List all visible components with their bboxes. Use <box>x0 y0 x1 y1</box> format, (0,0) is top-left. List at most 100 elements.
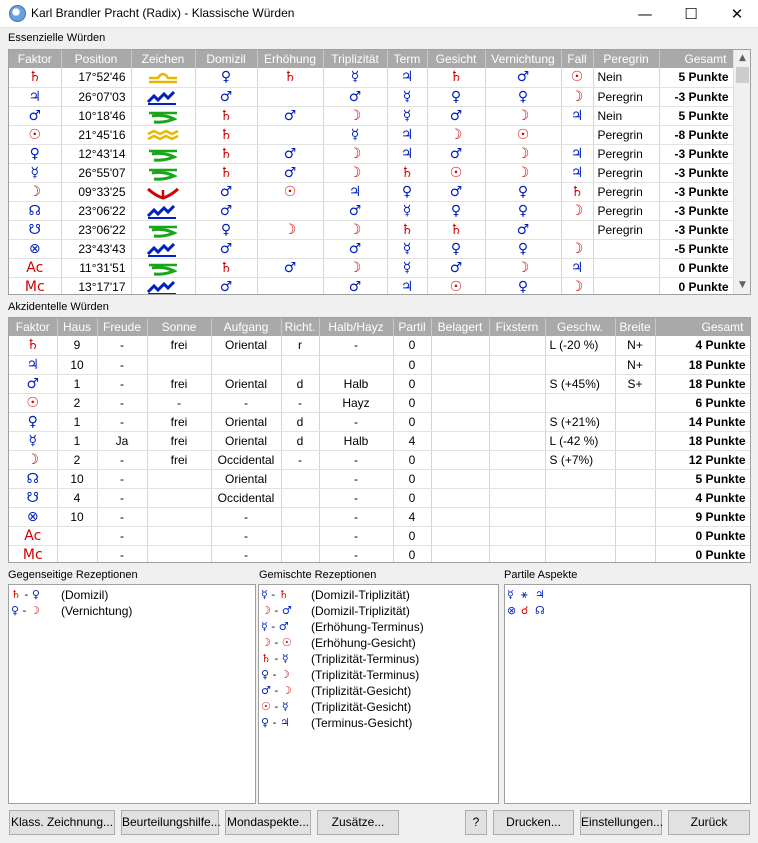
ess-table-row[interactable]: Ac 11°31'51 ♄ ♂ ☽ ☿ ♂ ☽ ♃ 0 Punkte <box>9 258 736 278</box>
ess-table-row[interactable]: ♃ 26°07'03 ♂ ♂ ☿ ♀ ♀ ☽ Peregrin -3 Punkte <box>9 87 736 107</box>
aspect-list-item[interactable]: ☿ ⚹ ♃ <box>507 587 748 603</box>
reception-list-item[interactable]: ♀ - ♃ (Terminus-Gesicht) <box>261 715 496 731</box>
ess-table-row[interactable]: ⊗ 23°43'43 ♂ ♂ ☿ ♀ ♀ ☽ -5 Punkte <box>9 239 736 259</box>
mondaspekte-button[interactable]: Mondaspekte... <box>225 810 311 835</box>
acc-table-row[interactable]: ♃ 10- 0 N+ 18 Punkte <box>9 355 750 375</box>
mixed-receptions-list[interactable]: ☿ - ♄ (Domizil-Triplizität) ☽ - ♂ (Domizil-… <box>258 584 499 804</box>
reception-list-item[interactable]: ☉ - ☿ (Triplizität-Gesicht) <box>261 699 496 715</box>
ess-col-header[interactable]: Erhöhung <box>257 50 324 68</box>
acc-total-cell: 4 Punkte <box>655 488 750 508</box>
zusaetze-button[interactable]: Zusätze... <box>317 810 399 835</box>
acc-bel-cell <box>431 336 490 356</box>
acc-table-row[interactable]: ☉ 2- - - - Hayz 0 6 Punkte <box>9 393 750 413</box>
essential-scrollbar[interactable]: ▲ ▼ <box>733 50 750 294</box>
acc-partil-cell: 0 <box>393 545 432 562</box>
ess-col-header[interactable]: Position <box>61 50 132 68</box>
acc-table-row[interactable]: Mc - - -0 0 Punkte <box>9 545 750 562</box>
ess-dom-cell: ♄ <box>195 258 258 278</box>
ess-table-row[interactable]: ☽ 09°33'25 ♂ ☉ ♃ ♀ ♂ ♀ ♄ Peregrin -3 Punkte <box>9 182 736 202</box>
ess-col-header[interactable]: Gesicht <box>427 50 486 68</box>
acc-table-row[interactable]: ♂ 1- frei Oriental d Halb 0 S (+45%) S+ 18 Punkte <box>9 374 750 394</box>
accidental-dignities-table[interactable]: Faktor Haus Freude Sonne Aufgang Richt. Halb/H… <box>8 317 751 563</box>
reception-list-item[interactable]: ♄ - ☿ (Triplizität-Terminus) <box>261 651 496 667</box>
acc-col-header[interactable]: Gesamt <box>655 318 750 336</box>
ess-table-row[interactable]: ♀ 12°43'14 ♄ ♂ ☽ ♃ ♂ ☽ ♃ Peregrin -3 Punkte <box>9 144 736 164</box>
dash-separator: - <box>270 684 282 697</box>
acc-col-header[interactable]: Faktor <box>9 318 58 336</box>
reception-list-item[interactable]: ☿ - ♂ (Erhöhung-Terminus) <box>261 619 496 635</box>
ess-table-row[interactable]: ☿ 26°55'07 ♄ ♂ ☽ ♄ ☉ ☽ ♃ Peregrin -3 Punkte <box>9 163 736 183</box>
reception-list-item[interactable]: ♂ - ☽ (Triplizität-Gesicht) <box>261 683 496 699</box>
acc-col-header[interactable]: Partil <box>393 318 432 336</box>
acc-bel-cell <box>431 545 490 562</box>
acc-freude-cell: - <box>97 393 148 413</box>
acc-table-row[interactable]: ☽ 2- frei Occidental - -0 S (+7%) 12 Punkte <box>9 450 750 470</box>
acc-col-header[interactable]: Freude <box>97 318 148 336</box>
reception-pair: ♀ - ☽ <box>11 603 61 619</box>
ess-table-row[interactable]: ☋ 23°06'22 ♀ ☽ ☽ ♄ ♄ ♂ Peregrin -3 Punkte <box>9 220 736 240</box>
ess-col-header[interactable]: Faktor <box>9 50 62 68</box>
acc-col-header[interactable]: Richt. <box>281 318 320 336</box>
scroll-down-icon[interactable]: ▼ <box>734 277 750 294</box>
ess-erh-cell <box>257 87 324 107</box>
ess-col-header[interactable]: Vernichtung <box>485 50 562 68</box>
acc-table-row[interactable]: ☋ 4- Occidental -0 4 Punkte <box>9 488 750 508</box>
essential-section-label: Essenzielle Würden <box>8 32 106 44</box>
acc-table-row[interactable]: ⊗ 10- - -4 9 Punkte <box>9 507 750 527</box>
acc-col-header[interactable]: Sonne <box>147 318 212 336</box>
reception-list-item[interactable]: ☽ - ♂ (Domizil-Triplizität) <box>261 603 496 619</box>
beurteilungshilfe-button[interactable]: Beurteilungshilfe... <box>121 810 221 835</box>
reception-type: (Triplizität-Terminus) <box>311 652 420 666</box>
reception-list-item[interactable]: ♀ - ☽ (Vernichtung) <box>11 603 253 619</box>
partile-aspects-list[interactable]: ☿ ⚹ ♃ ⊗ ☌ ☊ <box>504 584 751 804</box>
ess-col-header[interactable]: Triplizität <box>323 50 388 68</box>
acc-col-header[interactable]: Aufgang <box>211 318 282 336</box>
close-button[interactable]: ✕ <box>714 0 758 28</box>
ess-col-header[interactable]: Domizil <box>195 50 258 68</box>
acc-col-header[interactable]: Geschw. <box>545 318 616 336</box>
acc-table-row[interactable]: Ac - - -0 0 Punkte <box>9 526 750 546</box>
acc-sonne-cell: frei <box>147 336 212 356</box>
acc-table-row[interactable]: ♄ 9- frei Oriental r -0 L (-20 %) N+ 4 Punkte <box>9 336 750 356</box>
acc-col-header[interactable]: Breite <box>615 318 656 336</box>
scroll-up-icon[interactable]: ▲ <box>734 50 750 67</box>
ess-table-row[interactable]: ♄ 17°52'46 ♀ ♄ ☿ ♃ ♄ ♂ ☉ Nein 5 Punkte <box>9 68 736 88</box>
maximize-button[interactable]: ☐ <box>668 0 714 28</box>
ess-col-header[interactable]: Fall <box>561 50 594 68</box>
reception-list-item[interactable]: ♄ - ♀ (Domizil) <box>11 587 253 603</box>
reception-list-item[interactable]: ☿ - ♄ (Domizil-Triplizität) <box>261 587 496 603</box>
reception-list-item[interactable]: ♀ - ☽ (Triplizität-Terminus) <box>261 667 496 683</box>
essential-dignities-table[interactable]: Faktor Position Zeichen Domizil Erhöhung Trip… <box>8 49 751 295</box>
ess-fall-cell: ♃ <box>561 106 594 126</box>
acc-freude-cell: - <box>97 545 148 562</box>
aspect-list-item[interactable]: ⊗ ☌ ☊ <box>507 603 748 619</box>
reception-pair: ☿ - ♄ <box>261 587 311 603</box>
ess-table-row[interactable]: Mc 13°17'17 ♂ ♂ ♃ ☉ ♀ ☽ 0 Punkte <box>9 277 736 294</box>
drucken-button[interactable]: Drucken... <box>493 810 574 835</box>
ess-table-row[interactable]: ☊ 23°06'22 ♂ ♂ ☿ ♀ ♀ ☽ Peregrin -3 Punkte <box>9 201 736 221</box>
acc-col-header[interactable]: Halb/Hayz <box>319 318 394 336</box>
ess-table-row[interactable]: ♂ 10°18'46 ♄ ♂ ☽ ☿ ♂ ☽ ♃ Nein 5 Punkte <box>9 106 736 126</box>
acc-col-header[interactable]: Fixstern <box>489 318 546 336</box>
ess-col-header[interactable]: Peregrin <box>593 50 660 68</box>
zurueck-button[interactable]: Zurück <box>668 810 750 835</box>
klass-zeichnung-button[interactable]: Klass. Zeichnung... <box>9 810 115 835</box>
acc-table-row[interactable]: ☿ 1 Ja frei Oriental d Halb 4 L (-42 %) 18 Punkte <box>9 431 750 451</box>
scroll-thumb[interactable] <box>736 67 749 83</box>
ess-col-header[interactable]: Zeichen <box>131 50 196 68</box>
ess-col-header[interactable]: Gesamt <box>659 50 736 68</box>
acc-sonne-cell <box>147 507 212 527</box>
mutual-receptions-list[interactable]: ♄ - ♀ (Domizil) ♀ - ☽ (Vernichtung) <box>8 584 256 804</box>
acc-col-header[interactable]: Haus <box>57 318 98 336</box>
ess-table-row[interactable]: ☉ 21°45'16 ♄ ☿ ♃ ☽ ☉ Peregrin -8 Punkte <box>9 125 736 145</box>
ess-dom-cell: ♀ <box>195 220 258 240</box>
reception-list-item[interactable]: ☽ - ☉ (Erhöhung-Gesicht) <box>261 635 496 651</box>
minimize-button[interactable]: — <box>622 0 668 28</box>
acc-table-row[interactable]: ☊ 10- Oriental -0 5 Punkte <box>9 469 750 489</box>
einstellungen-button[interactable]: Einstellungen... <box>580 810 663 835</box>
zodiac-glyph-svg <box>149 73 177 84</box>
acc-table-row[interactable]: ♀ 1- frei Oriental d -0 S (+21%) 14 Punkte <box>9 412 750 432</box>
acc-col-header[interactable]: Belagert <box>431 318 490 336</box>
ess-col-header[interactable]: Term <box>387 50 428 68</box>
help-button[interactable]: ? <box>465 810 487 835</box>
